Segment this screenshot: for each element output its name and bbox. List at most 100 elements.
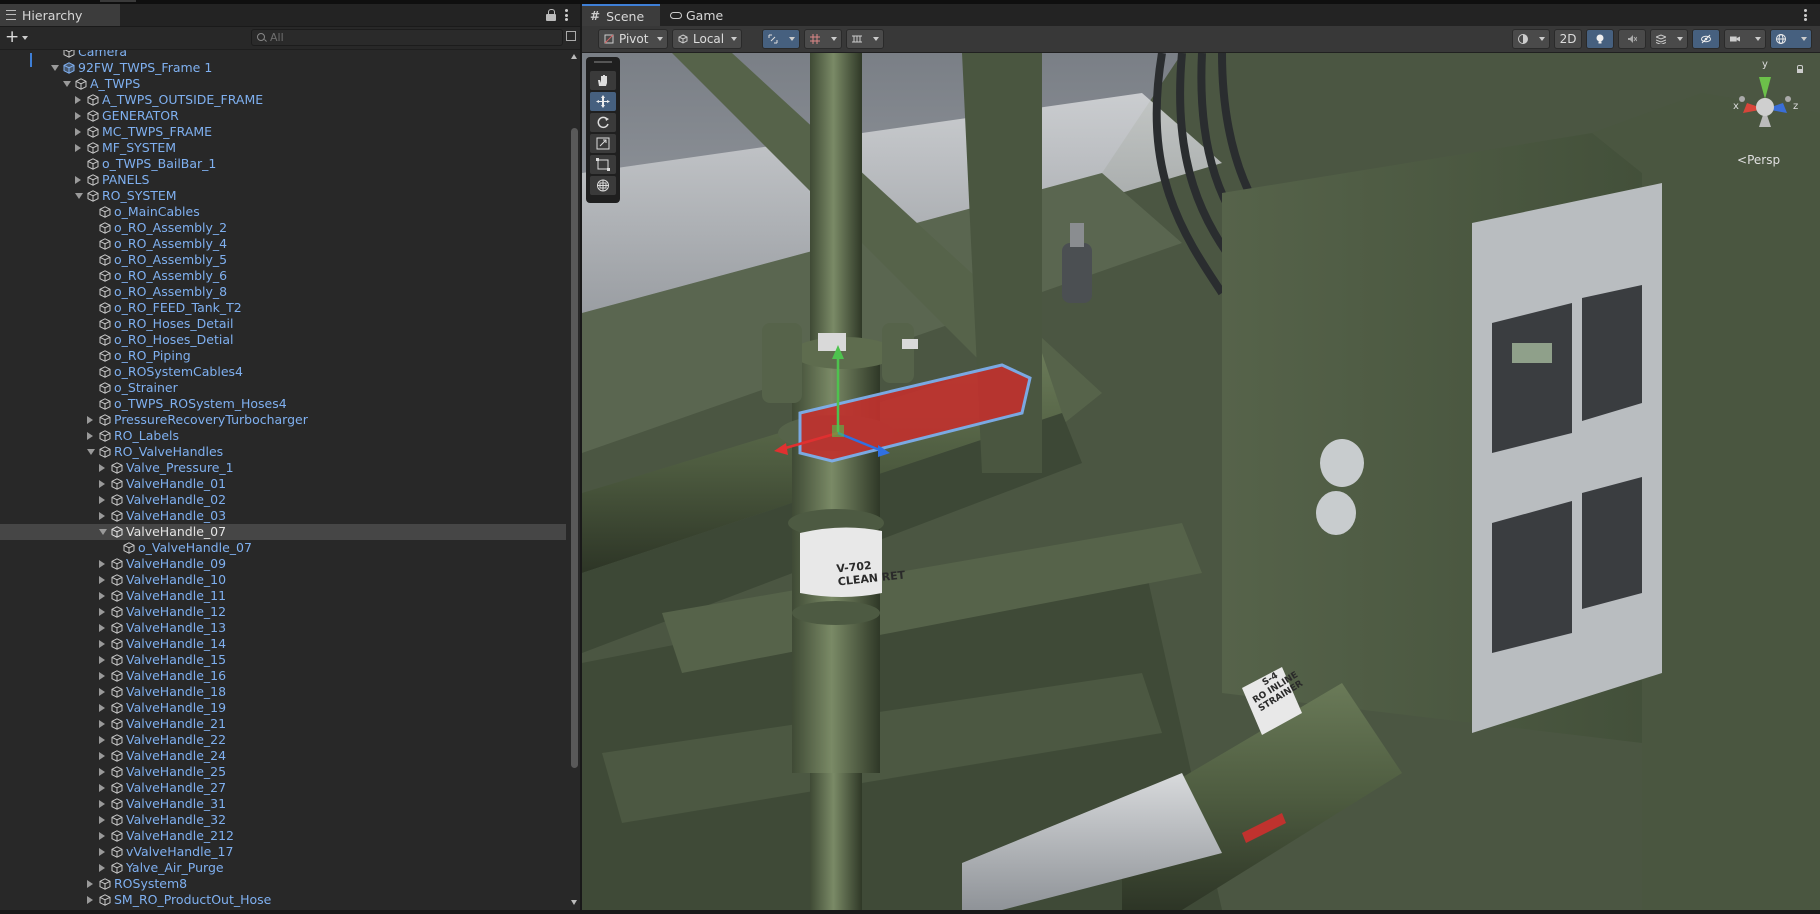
expand-right-icon[interactable] [99, 464, 105, 472]
expand-right-icon[interactable] [99, 576, 105, 584]
tab-hierarchy[interactable]: Hierarchy [0, 4, 120, 26]
expand-right-icon[interactable] [99, 768, 105, 776]
scale-tool-button[interactable] [590, 134, 616, 153]
hierarchy-item[interactable]: o_RO_Assembly_4 [0, 236, 566, 252]
hierarchy-item[interactable]: A_TWPS_OUTSIDE_FRAME [0, 92, 566, 108]
hierarchy-item[interactable]: GENERATOR [0, 108, 566, 124]
hierarchy-item[interactable]: o_RO_Assembly_8 [0, 284, 566, 300]
local-dropdown[interactable]: Local [672, 29, 742, 49]
tab-scene[interactable]: # Scene [582, 4, 660, 26]
hierarchy-item[interactable]: MC_TWPS_FRAME [0, 124, 566, 140]
expand-down-icon[interactable] [87, 449, 95, 455]
search-input[interactable]: All [251, 29, 563, 46]
hierarchy-item[interactable]: o_RO_Assembly_6 [0, 268, 566, 284]
expand-right-icon[interactable] [99, 800, 105, 808]
expand-right-icon[interactable] [99, 624, 105, 632]
expand-right-icon[interactable] [87, 880, 93, 888]
expand-right-icon[interactable] [75, 144, 81, 152]
hierarchy-item[interactable]: ValveHandle_02 [0, 492, 566, 508]
expand-right-icon[interactable] [99, 816, 105, 824]
hierarchy-item[interactable]: RO_ValveHandles [0, 444, 566, 460]
hierarchy-item[interactable]: ValveHandle_13 [0, 620, 566, 636]
pivot-dropdown[interactable]: Pivot [598, 29, 668, 49]
lighting-toggle[interactable] [1586, 29, 1614, 49]
hierarchy-item[interactable]: ValveHandle_09 [0, 556, 566, 572]
hierarchy-item[interactable]: MF_SYSTEM [0, 140, 566, 156]
hierarchy-item[interactable]: PANELS [0, 172, 566, 188]
expand-right-icon[interactable] [99, 656, 105, 664]
scroll-down-icon[interactable] [571, 900, 577, 905]
hierarchy-item[interactable]: Camera [0, 50, 566, 60]
hierarchy-item[interactable]: 92FW_TWPS_Frame 1 [0, 60, 566, 76]
effects-dropdown[interactable] [1650, 29, 1688, 49]
expand-down-icon[interactable] [75, 193, 83, 199]
hierarchy-item[interactable]: o_RO_Hoses_Detail [0, 316, 566, 332]
expand-right-icon[interactable] [99, 720, 105, 728]
hierarchy-item[interactable]: o_ValveHandle_07 [0, 540, 566, 556]
hierarchy-item[interactable]: ValveHandle_31 [0, 796, 566, 812]
hierarchy-item[interactable]: ValveHandle_212 [0, 828, 566, 844]
hierarchy-scrollbar[interactable] [568, 50, 580, 910]
hierarchy-item[interactable]: A_TWPS [0, 76, 566, 92]
hierarchy-item[interactable]: o_RO_Hoses_Detial [0, 332, 566, 348]
hierarchy-item[interactable]: ValveHandle_03 [0, 508, 566, 524]
expand-right-icon[interactable] [99, 832, 105, 840]
expand-right-icon[interactable] [99, 592, 105, 600]
expand-right-icon[interactable] [75, 176, 81, 184]
camera-settings-dropdown[interactable] [1724, 29, 1766, 49]
expand-right-icon[interactable] [75, 128, 81, 136]
hierarchy-menu-icon[interactable] [565, 8, 569, 22]
hierarchy-item[interactable]: ValveHandle_21 [0, 716, 566, 732]
increment-snap-toggle[interactable] [846, 29, 884, 49]
expand-right-icon[interactable] [99, 864, 105, 872]
lock-icon[interactable] [546, 9, 556, 21]
hierarchy-item[interactable]: SM_RO_ProductOut_Hose [0, 892, 566, 908]
expand-right-icon[interactable] [75, 96, 81, 104]
move-tool-button[interactable] [590, 92, 616, 111]
hierarchy-item[interactable]: ValveHandle_11 [0, 588, 566, 604]
hierarchy-item[interactable]: o_ROSystemCables4 [0, 364, 566, 380]
scroll-up-icon[interactable] [571, 54, 577, 59]
hierarchy-item[interactable]: Valve_Pressure_1 [0, 460, 566, 476]
expand-down-icon[interactable] [99, 529, 107, 535]
hierarchy-item[interactable]: RO_SYSTEM [0, 188, 566, 204]
hierarchy-item[interactable]: ValveHandle_22 [0, 732, 566, 748]
expand-right-icon[interactable] [75, 112, 81, 120]
hierarchy-item[interactable]: o_MainCables [0, 204, 566, 220]
hierarchy-item[interactable]: TWPS_AIRSystem [0, 908, 566, 910]
transform-tool-button[interactable] [590, 176, 616, 195]
hierarchy-item[interactable]: ValveHandle_19 [0, 700, 566, 716]
hierarchy-item[interactable]: ValveHandle_07 [0, 524, 566, 540]
expand-right-icon[interactable] [99, 496, 105, 504]
scene-viewport[interactable]: V-702 CLEAN RET S-4 RO INLINE STRAINER y… [582, 53, 1820, 910]
expand-right-icon[interactable] [99, 736, 105, 744]
hierarchy-item[interactable]: ValveHandle_25 [0, 764, 566, 780]
projection-toggle[interactable]: <Persp [1737, 153, 1780, 167]
hierarchy-item[interactable]: ValveHandle_14 [0, 636, 566, 652]
create-button[interactable]: + [5, 29, 31, 47]
hierarchy-item[interactable]: o_TWPS_ROSystem_Hoses4 [0, 396, 566, 412]
search-filter-icon[interactable] [566, 31, 576, 41]
hierarchy-item[interactable]: ValveHandle_24 [0, 748, 566, 764]
hierarchy-item[interactable]: ValveHandle_16 [0, 668, 566, 684]
expand-right-icon[interactable] [99, 512, 105, 520]
hierarchy-item[interactable]: ValveHandle_32 [0, 812, 566, 828]
expand-down-icon[interactable] [63, 81, 71, 87]
hierarchy-item[interactable]: ValveHandle_18 [0, 684, 566, 700]
hierarchy-item[interactable]: o_RO_Assembly_5 [0, 252, 566, 268]
shading-mode-dropdown[interactable] [1512, 29, 1550, 49]
hierarchy-item[interactable]: o_RO_FEED_Tank_T2 [0, 300, 566, 316]
hand-tool-button[interactable] [590, 71, 616, 90]
snap-toggle[interactable] [762, 29, 800, 49]
scroll-thumb[interactable] [571, 128, 578, 768]
tab-game[interactable]: Game [662, 4, 732, 26]
hierarchy-item[interactable]: ValveHandle_15 [0, 652, 566, 668]
hierarchy-item[interactable]: o_Strainer [0, 380, 566, 396]
hierarchy-item[interactable]: ValveHandle_01 [0, 476, 566, 492]
hierarchy-item[interactable]: ValveHandle_10 [0, 572, 566, 588]
expand-right-icon[interactable] [87, 416, 93, 424]
expand-right-icon[interactable] [99, 560, 105, 568]
palette-grip[interactable] [594, 61, 612, 63]
expand-right-icon[interactable] [87, 896, 93, 904]
hierarchy-item[interactable]: o_RO_Assembly_2 [0, 220, 566, 236]
